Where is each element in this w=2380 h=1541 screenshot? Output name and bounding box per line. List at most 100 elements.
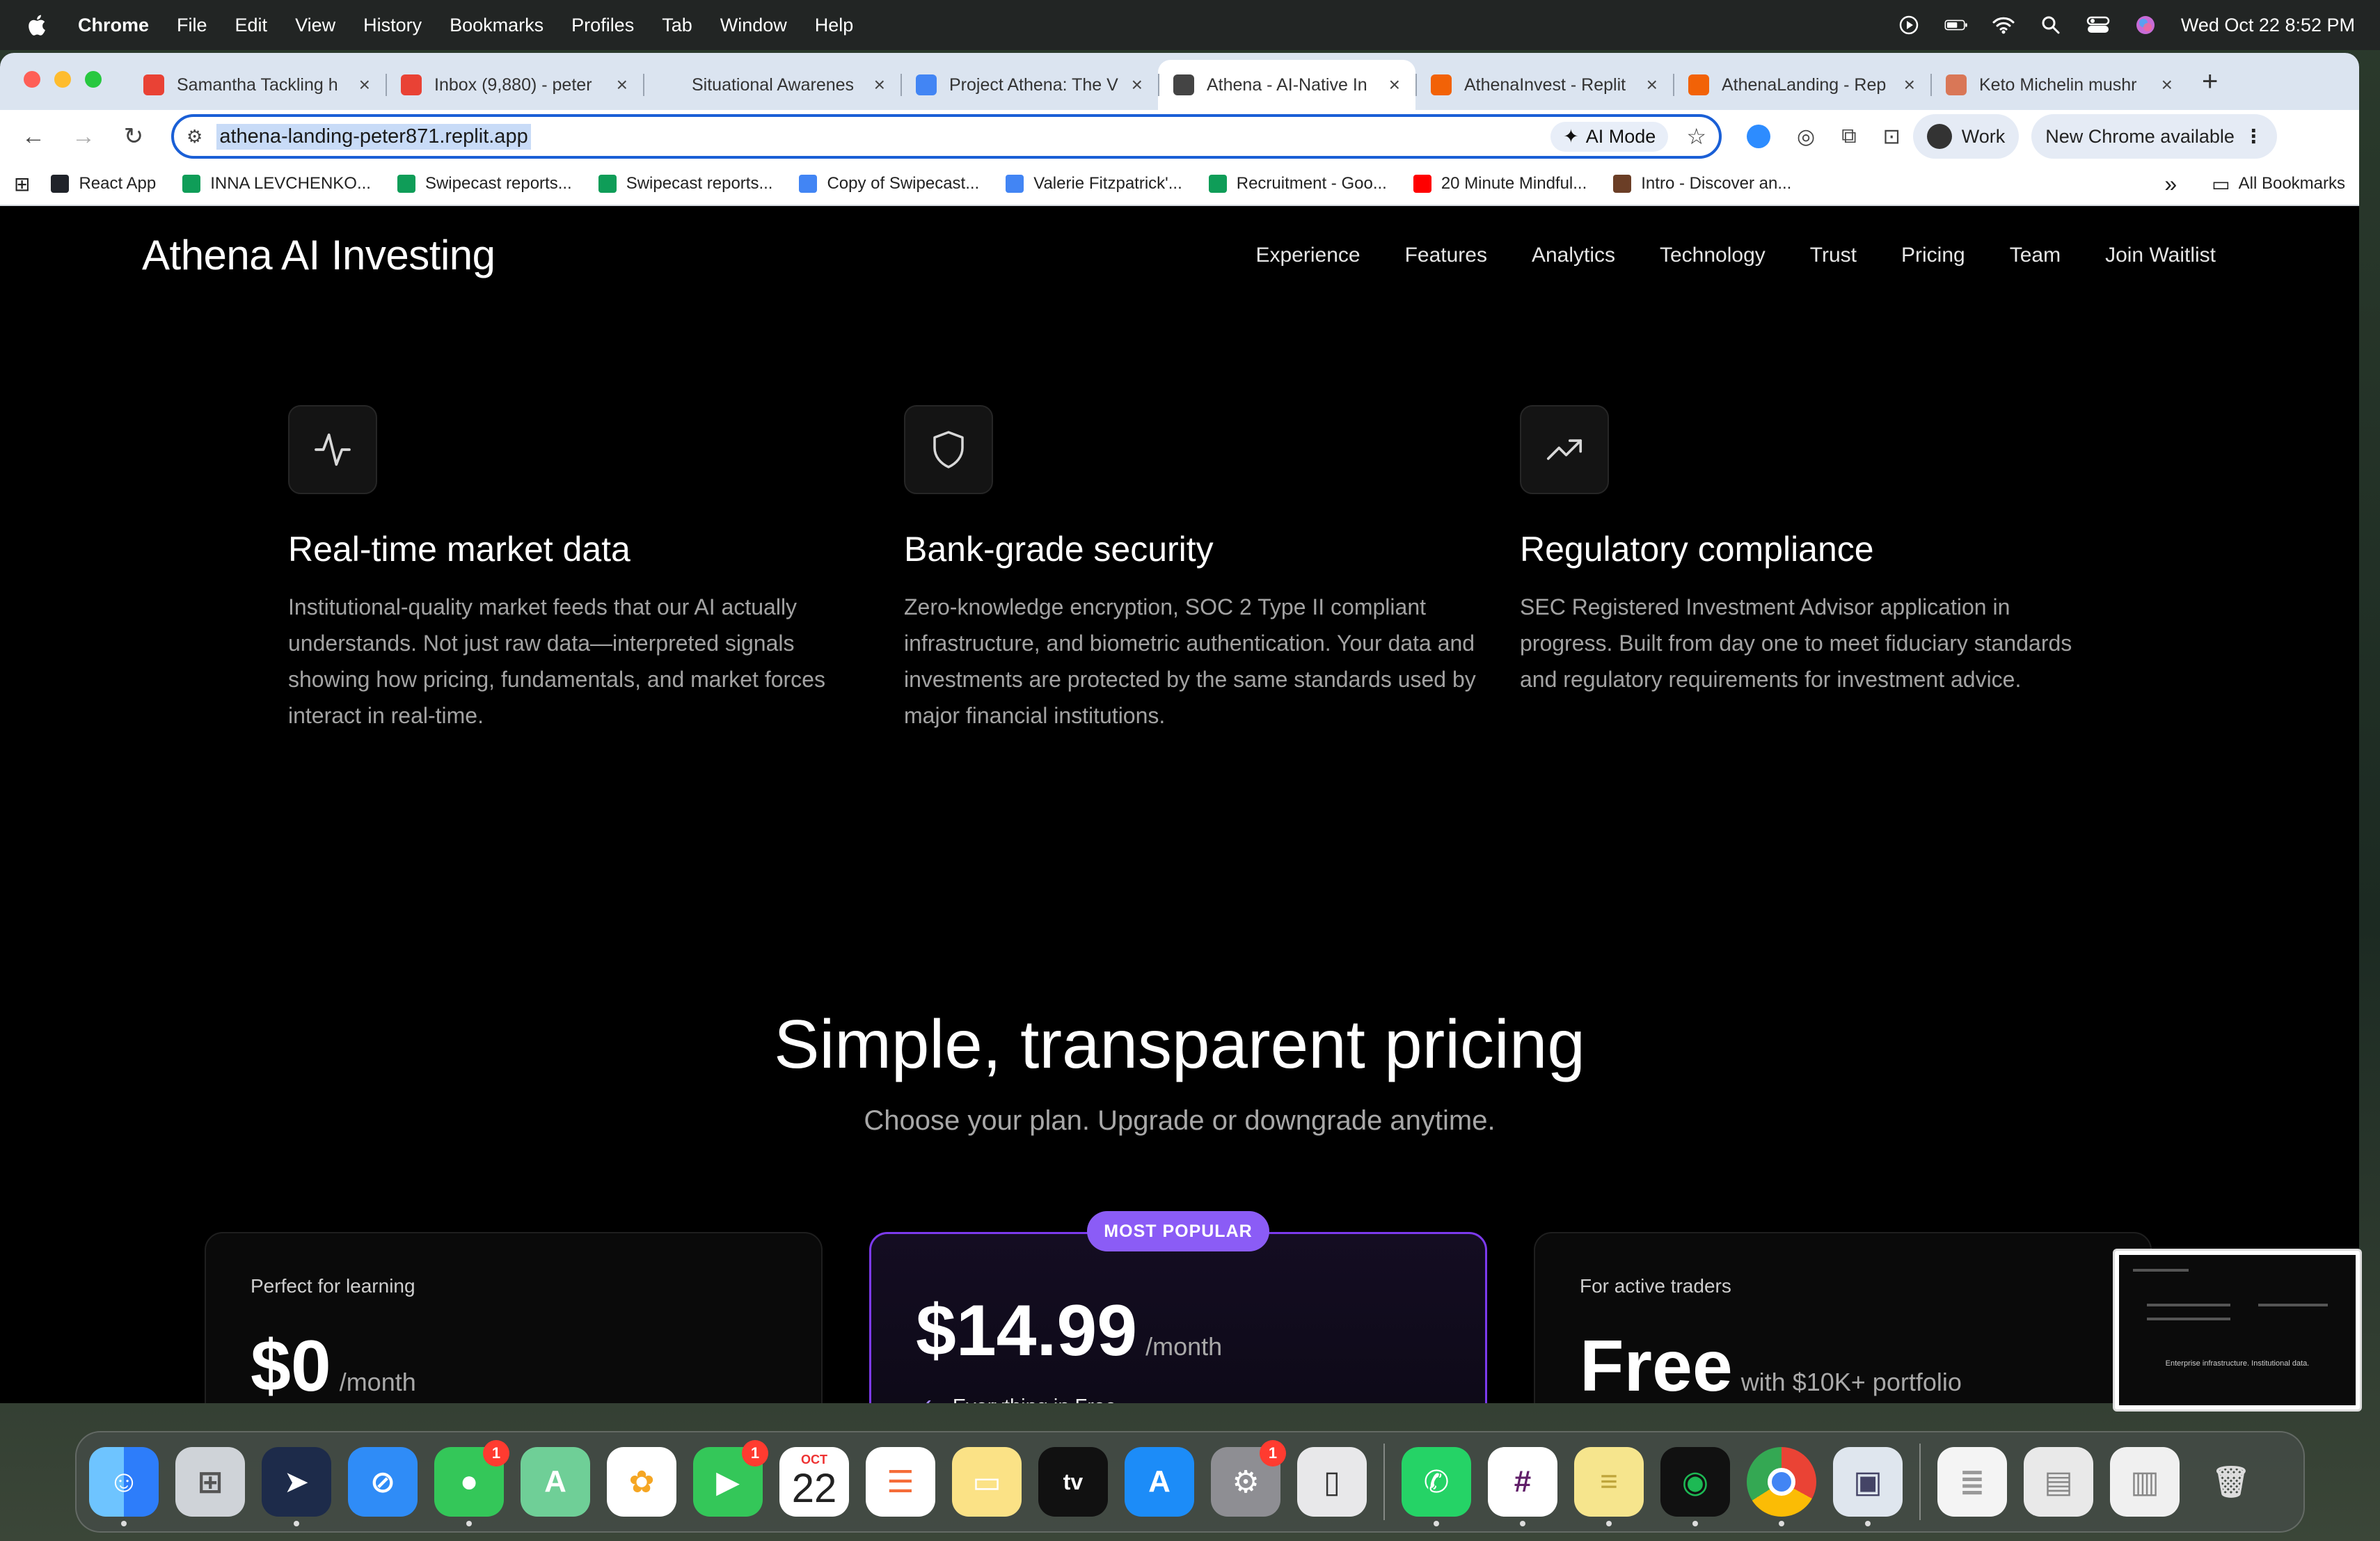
profile-button[interactable]: Work	[1912, 114, 2020, 159]
dock-maps-icon[interactable]: A	[521, 1447, 590, 1517]
dock-system-settings-icon[interactable]: ⚙ 1	[1211, 1440, 1286, 1517]
tab-close-icon[interactable]: ×	[1389, 74, 1400, 96]
dock-preview-icon[interactable]: ▣	[1833, 1447, 1903, 1526]
dock-notes-icon[interactable]: ▭	[952, 1447, 1022, 1517]
menu-window[interactable]: Window	[720, 15, 787, 36]
zoom-extension-icon[interactable]	[1747, 125, 1770, 148]
nav-team[interactable]: Team	[2010, 244, 2061, 267]
play-icon[interactable]	[1897, 15, 1921, 35]
tab-athena-active[interactable]: Athena - AI-Native In ×	[1158, 60, 1415, 110]
tab-close-icon[interactable]: ×	[617, 74, 628, 96]
minimize-window-button[interactable]	[54, 71, 71, 88]
tab-close-icon[interactable]: ×	[359, 74, 370, 96]
tab-project-athena[interactable]: Project Athena: The V ×	[901, 60, 1158, 110]
nav-join-waitlist[interactable]: Join Waitlist	[2105, 244, 2216, 267]
new-tab-plus-icon[interactable]: +	[2202, 66, 2218, 97]
site-brand[interactable]: Athena AI Investing	[142, 231, 495, 279]
tab-close-icon[interactable]: ×	[874, 74, 885, 96]
forward-arrow-icon[interactable]: →	[65, 118, 102, 155]
bookmark-recruitment[interactable]: Recruitment - Goo...	[1208, 174, 1387, 193]
plan-card-popular[interactable]: $14.99 /month ✓ Everything in Free	[869, 1232, 1487, 1403]
bookmark-swipecast-1[interactable]: Swipecast reports...	[397, 174, 572, 193]
dock-chrome-icon[interactable]	[1747, 1447, 1816, 1526]
plan-card-active-traders[interactable]: For active traders Free with $10K+ portf…	[1534, 1232, 2152, 1403]
menu-file[interactable]: File	[177, 15, 207, 36]
nav-trust[interactable]: Trust	[1810, 244, 1857, 267]
menu-bookmarks[interactable]: Bookmarks	[450, 15, 544, 36]
dock-trash-icon[interactable]: 🗑	[2196, 1447, 2266, 1517]
back-arrow-icon[interactable]: ←	[15, 118, 51, 155]
puzzle-extensions-icon[interactable]: ⧉	[1841, 125, 1856, 148]
menu-profiles[interactable]: Profiles	[571, 15, 634, 36]
tab-close-icon[interactable]: ×	[1904, 74, 1915, 96]
control-center-icon[interactable]	[2086, 15, 2110, 35]
site-settings-icon[interactable]: ⚙	[187, 126, 203, 148]
tab-athenalanding-replit[interactable]: AthenaLanding - Rep ×	[1673, 60, 1930, 110]
dock-whatsapp-icon[interactable]: ✆	[1402, 1447, 1471, 1526]
menu-help[interactable]: Help	[815, 15, 854, 36]
spotlight-search-icon[interactable]	[2039, 15, 2063, 35]
update-chrome-button[interactable]: New Chrome available ⋮	[2031, 114, 2277, 159]
menu-tab[interactable]: Tab	[662, 15, 692, 36]
extension-circle-icon[interactable]: ◎	[1797, 125, 1815, 149]
bookmark-inna[interactable]: INNA LEVCHENKO...	[182, 174, 371, 193]
dock-finder-icon[interactable]: ☺	[89, 1447, 159, 1526]
tab-situational-awareness[interactable]: Situational Awarenes ×	[643, 60, 901, 110]
menu-app-chrome[interactable]: Chrome	[78, 15, 149, 36]
apps-grid-icon[interactable]: ⊞	[14, 173, 30, 196]
ai-mode-button[interactable]: ✦ AI Mode	[1550, 121, 1669, 152]
nav-pricing[interactable]: Pricing	[1901, 244, 1965, 267]
wifi-icon[interactable]	[1992, 15, 2015, 35]
nav-features[interactable]: Features	[1405, 244, 1487, 267]
dock-launchpad-icon[interactable]: ⊞	[175, 1447, 245, 1517]
all-bookmarks-button[interactable]: ▭ All Bookmarks	[2212, 173, 2345, 196]
dock-document-icon[interactable]: ≣	[1937, 1447, 2007, 1517]
apple-menu-icon[interactable]	[25, 13, 47, 37]
plan-card-free[interactable]: Perfect for learning $0 /month	[205, 1232, 823, 1403]
tab-search-icon[interactable]: ⊡	[1883, 125, 1901, 149]
tab-inbox[interactable]: Inbox (9,880) - peter ×	[386, 60, 643, 110]
menubar-clock[interactable]: Wed Oct 22 8:52 PM	[2181, 15, 2355, 36]
dock-safari-icon[interactable]: ⊘	[348, 1447, 418, 1517]
bookmark-valerie[interactable]: Valerie Fitzpatrick'...	[1006, 174, 1182, 193]
more-bookmarks-chevron-icon[interactable]: »	[2164, 171, 2177, 197]
dock-calendar-icon[interactable]: OCT 22	[779, 1447, 849, 1517]
nav-technology[interactable]: Technology	[1660, 244, 1766, 267]
menu-edit[interactable]: Edit	[235, 15, 268, 36]
tab-samantha[interactable]: Samantha Tackling h ×	[128, 60, 386, 110]
dock-messages-icon[interactable]: ● 1	[434, 1440, 509, 1526]
kebab-menu-icon[interactable]: ⋮	[2244, 126, 2263, 148]
url-text[interactable]: athena-landing-peter871.replit.app	[216, 123, 531, 150]
zoom-window-button[interactable]	[85, 71, 102, 88]
bookmark-intro-discover[interactable]: Intro - Discover an...	[1613, 174, 1791, 193]
dock-iphone-mirroring-icon[interactable]: ▯	[1297, 1447, 1367, 1517]
menu-history[interactable]: History	[363, 15, 422, 36]
dock-spark-icon[interactable]: ➤	[262, 1447, 331, 1526]
bookmark-copy-swipecast[interactable]: Copy of Swipecast...	[799, 174, 979, 193]
tab-keto-michelin[interactable]: Keto Michelin mushr ×	[1930, 60, 2188, 110]
tab-athenainvest-replit[interactable]: AthenaInvest - Replit ×	[1415, 60, 1673, 110]
nav-analytics[interactable]: Analytics	[1532, 244, 1615, 267]
dock-spotify-icon[interactable]: ◉	[1660, 1447, 1730, 1526]
tab-close-icon[interactable]: ×	[1132, 74, 1143, 96]
siri-icon[interactable]	[2134, 15, 2157, 35]
tab-close-icon[interactable]: ×	[1647, 74, 1658, 96]
dock-app-store-icon[interactable]: A	[1125, 1447, 1194, 1517]
dock-tv-icon[interactable]: tv	[1038, 1447, 1108, 1517]
reload-icon[interactable]: ↻	[116, 118, 152, 155]
address-bar[interactable]: ⚙ athena-landing-peter871.replit.app ✦ A…	[171, 114, 1722, 159]
menu-view[interactable]: View	[295, 15, 335, 36]
bookmark-react-app[interactable]: React App	[51, 174, 156, 193]
dock-photos-icon[interactable]: ✿	[607, 1447, 676, 1517]
tab-close-icon[interactable]: ×	[2161, 74, 2173, 96]
nav-experience[interactable]: Experience	[1255, 244, 1360, 267]
close-window-button[interactable]	[24, 71, 40, 88]
dock-facetime-icon[interactable]: ▶ 1	[693, 1440, 768, 1517]
bookmark-star-icon[interactable]: ☆	[1686, 123, 1706, 150]
dock-window-preview-2-icon[interactable]: ▥	[2110, 1447, 2180, 1517]
dock-slack-icon[interactable]: #	[1488, 1447, 1557, 1526]
screenshot-thumbnail[interactable]: Enterprise infrastructure. Institutional…	[2113, 1249, 2362, 1412]
dock-reminders-icon[interactable]: ☰	[866, 1447, 935, 1517]
dock-window-preview-icon[interactable]: ▤	[2024, 1447, 2093, 1517]
dock-stickies-icon[interactable]: ≡	[1574, 1447, 1644, 1526]
